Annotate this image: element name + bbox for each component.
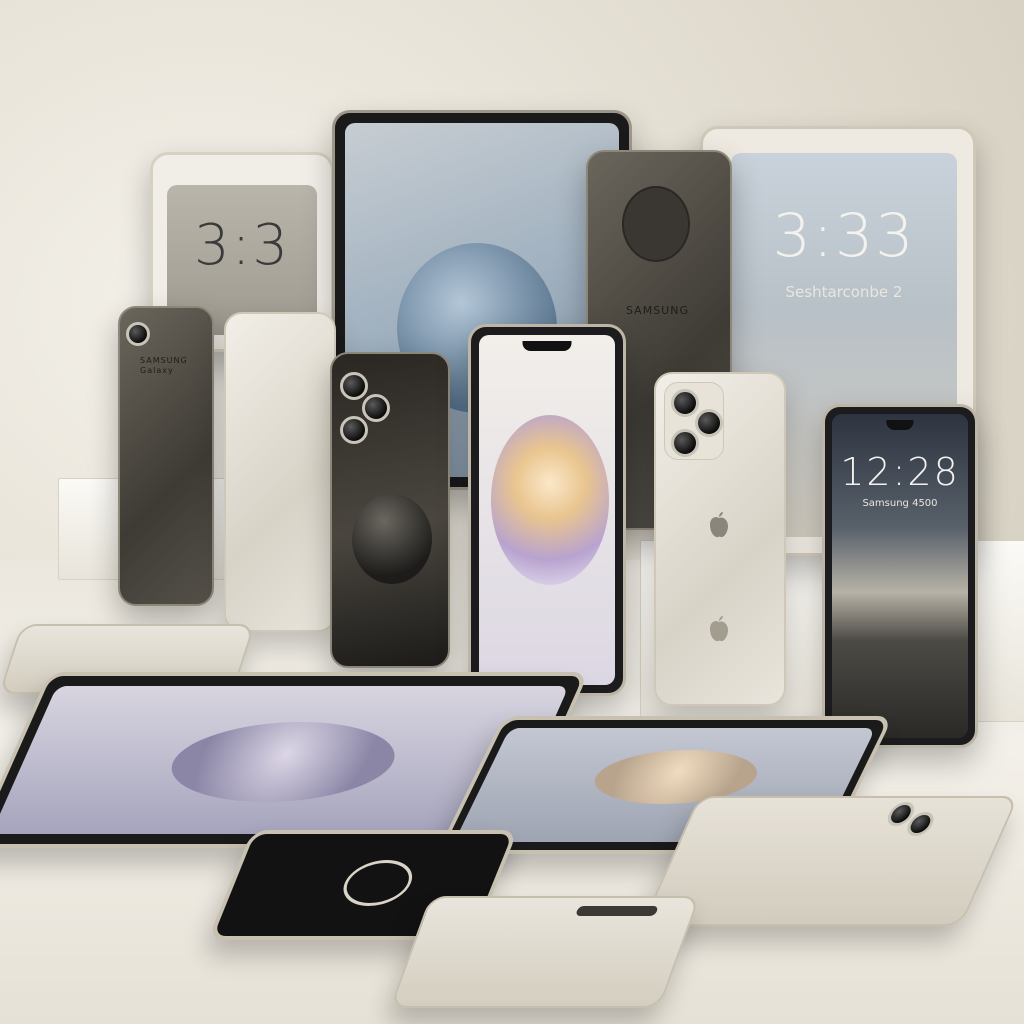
tablet-right-subtitle: Seshtarconbe 2: [785, 283, 903, 301]
camera-lens: [362, 394, 390, 422]
phone-small-dark: SAMSUNG Galaxy: [118, 306, 214, 606]
camera-notch: [522, 341, 572, 351]
rear-camera-ring: [622, 186, 690, 262]
phone-small-brand: SAMSUNG Galaxy: [140, 356, 188, 375]
phone-flat-right: [641, 796, 1019, 926]
apple-logo-icon: [710, 512, 728, 538]
tablet-right-clock: 3:33: [772, 201, 916, 271]
apple-logo-icon: [710, 616, 728, 642]
wallpaper-sphere: [352, 494, 432, 584]
camera-lens: [340, 372, 368, 400]
camera-lens: [671, 429, 699, 457]
phone-lockscreen-screen: 12:28 Samsung 4500: [832, 414, 968, 738]
phone-center-front: [468, 324, 626, 696]
tablet-left-clock: 3:3: [193, 213, 291, 278]
camera-lens: [340, 416, 368, 444]
camera-notch: [886, 420, 914, 430]
camera-lens: [126, 322, 150, 346]
phone-lockscreen: 12:28 Samsung 4500: [822, 404, 978, 748]
camera-module: [575, 906, 659, 916]
phone-flat-bottom: [389, 896, 701, 1008]
phone-lockscreen-subtitle: Samsung 4500: [862, 498, 938, 509]
phone-light-iphone-back: [654, 372, 786, 706]
wallpaper-ring: [335, 860, 421, 906]
phone-dark-triple-camera: [330, 352, 450, 668]
wallpaper-sphere: [491, 415, 609, 585]
camera-lens: [671, 389, 699, 417]
phone-lockscreen-clock: 12:28: [840, 450, 960, 494]
wallpaper-sphere: [155, 722, 411, 802]
phone-center-screen: [479, 335, 615, 685]
camera-lens: [695, 409, 723, 437]
phone-dark-brand: SAMSUNG: [626, 304, 689, 317]
product-scene: 3:3 3:33 Seshtarconbe 2 SAMSUNG SAMSUNG …: [0, 0, 1024, 1024]
phone-light-back: [224, 312, 336, 632]
camera-module: [664, 382, 724, 460]
